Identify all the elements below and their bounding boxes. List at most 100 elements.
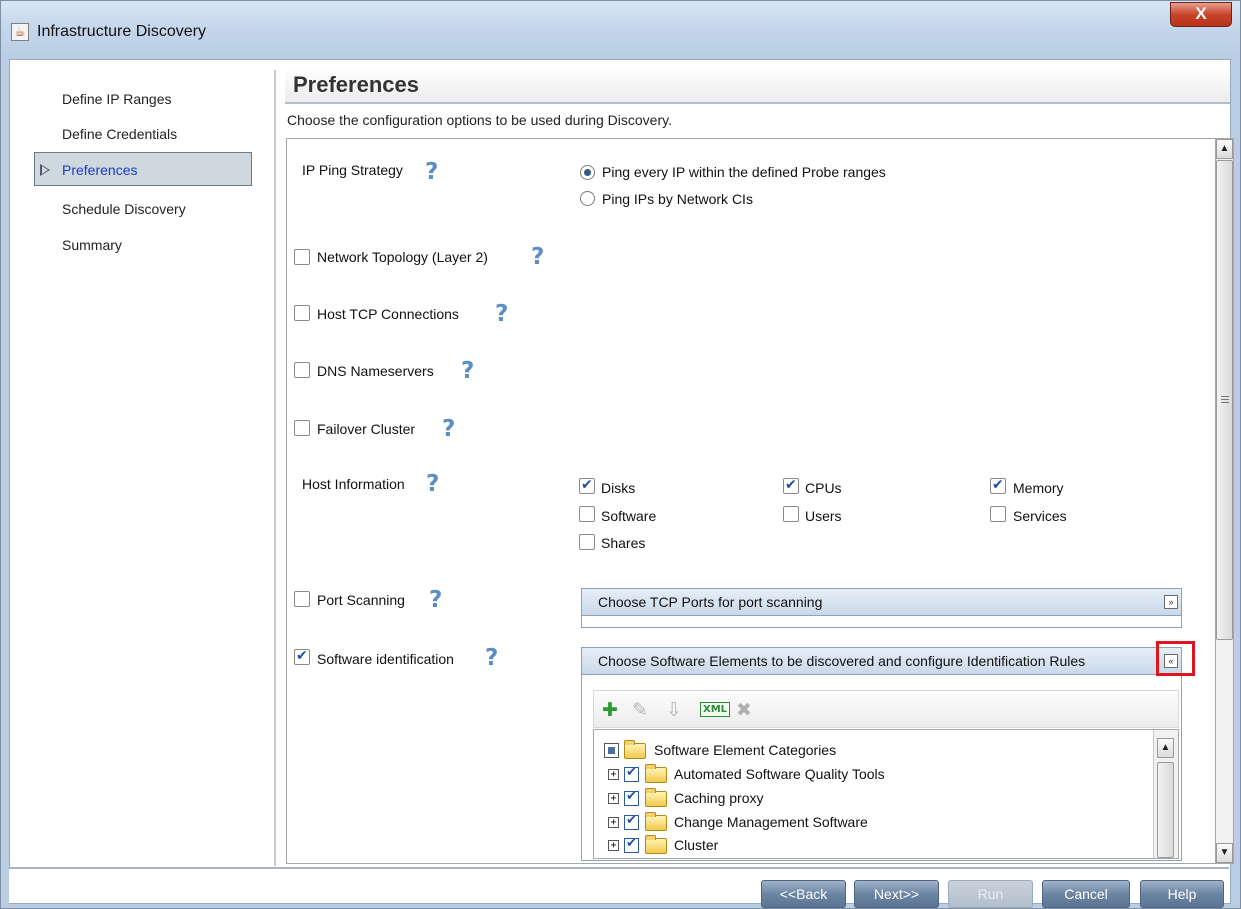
tree-scroll-thumb[interactable]	[1157, 762, 1174, 858]
tree-node-label: Automated Software Quality Tools	[674, 766, 885, 782]
folder-icon	[624, 740, 646, 759]
failover-cluster-checkbox[interactable]	[294, 420, 310, 436]
page-description: Choose the configuration options to be u…	[287, 112, 672, 128]
next-button[interactable]: Next>>	[854, 880, 939, 908]
tree-root-checkbox[interactable]	[604, 743, 619, 758]
tcp-ports-panel-title: Choose TCP Ports for port scanning	[598, 594, 823, 610]
memory-checkbox[interactable]	[990, 477, 1006, 494]
java-app-icon: ☕	[11, 23, 29, 41]
tree-node-checkbox[interactable]	[624, 836, 639, 853]
services-checkbox[interactable]	[990, 506, 1006, 522]
network-topology-help-icon[interactable]: ?	[531, 246, 544, 269]
expand-node-icon[interactable]: +	[608, 817, 619, 828]
software-checkbox[interactable]	[579, 506, 595, 522]
cpus-checkbox[interactable]	[783, 477, 799, 494]
edit-icon[interactable]: ✎	[632, 699, 648, 721]
expand-node-icon[interactable]: +	[608, 793, 619, 804]
tree-root-label: Software Element Categories	[654, 742, 837, 758]
cpus-label: CPUs	[805, 480, 842, 496]
import-icon[interactable]: ⇩	[666, 699, 682, 721]
folder-icon	[645, 788, 667, 807]
run-button[interactable]: Run	[948, 880, 1033, 908]
add-icon[interactable]: ✚	[602, 699, 618, 721]
sidebar-divider	[274, 70, 276, 866]
tree-node-checkbox[interactable]	[624, 765, 639, 782]
failover-cluster-label: Failover Cluster	[317, 421, 416, 437]
delete-icon[interactable]: ✖	[736, 699, 752, 721]
folder-icon	[645, 812, 667, 831]
step-preferences[interactable]: Preferences	[34, 152, 252, 186]
software-elements-panel-header[interactable]: Choose Software Elements to be discovere…	[581, 647, 1182, 675]
step-define-credentials[interactable]: Define Credentials	[34, 117, 252, 151]
cancel-button[interactable]: Cancel	[1042, 880, 1130, 908]
highlight-box	[1156, 641, 1195, 676]
shares-checkbox[interactable]	[579, 534, 595, 550]
back-button[interactable]: <<Back	[761, 880, 846, 908]
host-tcp-help-icon[interactable]: ?	[495, 303, 508, 326]
tcp-ports-panel-body	[581, 616, 1182, 628]
port-scanning-label: Port Scanning	[317, 592, 405, 608]
software-identification-help-icon[interactable]: ?	[485, 647, 498, 670]
port-scanning-checkbox[interactable]	[294, 591, 310, 607]
port-scanning-help-icon[interactable]: ?	[429, 589, 442, 612]
step-summary[interactable]: Summary	[34, 228, 252, 262]
users-checkbox[interactable]	[783, 506, 799, 522]
network-topology-checkbox[interactable]	[294, 249, 310, 265]
scroll-thumb[interactable]	[1216, 160, 1233, 640]
step-preferences-label: Preferences	[62, 162, 138, 178]
tree-node-checkbox[interactable]	[624, 789, 639, 806]
software-elements-toolbar: ✚ ✎ ⇩ XML ✖	[593, 690, 1179, 728]
tree-scrollbar[interactable]: ▲	[1153, 730, 1178, 858]
software-elements-panel-title: Choose Software Elements to be discovere…	[598, 653, 1086, 669]
window-title: Infrastructure Discovery	[37, 23, 206, 40]
users-label: Users	[805, 508, 842, 524]
current-step-arrow-icon	[40, 164, 50, 176]
dns-nameservers-checkbox[interactable]	[294, 362, 310, 378]
disks-label: Disks	[601, 480, 636, 496]
ping-every-ip-radio[interactable]	[580, 165, 595, 180]
expand-tcp-ports-icon[interactable]: »	[1164, 595, 1178, 609]
disks-checkbox[interactable]	[579, 477, 595, 494]
expand-node-icon[interactable]: +	[608, 769, 619, 780]
wizard-button-bar: <<Back Next>> Run Cancel Help	[9, 867, 1229, 908]
page-header: Preferences	[285, 70, 1230, 104]
tree-node-label: Caching proxy	[674, 790, 764, 806]
scroll-grip-icon	[1221, 396, 1229, 403]
ip-ping-help-icon[interactable]: ?	[425, 161, 438, 184]
close-button[interactable]: X	[1170, 2, 1232, 27]
memory-label: Memory	[1013, 480, 1064, 496]
folder-icon	[645, 764, 667, 783]
scroll-up-button[interactable]: ▲	[1216, 139, 1233, 159]
software-identification-checkbox[interactable]	[294, 648, 310, 665]
expand-node-icon[interactable]: +	[608, 840, 619, 851]
wizard-window: ☕ Infrastructure Discovery X Define IP R…	[0, 0, 1241, 909]
wizard-step-sidebar: Define IP Ranges Define Credentials Pref…	[10, 60, 274, 866]
ping-network-cis-label: Ping IPs by Network CIs	[602, 191, 753, 207]
software-identification-label: Software identification	[317, 651, 454, 667]
ping-network-cis-radio[interactable]	[580, 191, 595, 206]
network-topology-label: Network Topology (Layer 2)	[317, 249, 488, 265]
help-button[interactable]: Help	[1140, 880, 1224, 908]
step-schedule-discovery[interactable]: Schedule Discovery	[34, 192, 252, 226]
export-xml-icon[interactable]: XML	[700, 702, 731, 717]
dns-nameservers-label: DNS Nameservers	[317, 363, 434, 379]
ping-every-ip-label: Ping every IP within the defined Probe r…	[602, 164, 886, 180]
preferences-scrollbar[interactable]: ▲ ▼	[1216, 138, 1234, 864]
host-info-help-icon[interactable]: ?	[426, 473, 439, 496]
software-label: Software	[601, 508, 657, 524]
dns-help-icon[interactable]: ?	[461, 360, 474, 383]
tree-node-checkbox[interactable]	[624, 813, 639, 830]
folder-icon	[645, 835, 667, 854]
host-tcp-checkbox[interactable]	[294, 305, 310, 321]
tree-node-label: Change Management Software	[674, 814, 868, 830]
failover-help-icon[interactable]: ?	[442, 418, 455, 441]
step-define-ip-ranges[interactable]: Define IP Ranges	[34, 82, 252, 116]
host-information-label: Host Information	[302, 476, 405, 492]
tree-node-label: Cluster	[674, 837, 719, 853]
scroll-down-button[interactable]: ▼	[1216, 843, 1233, 863]
software-elements-tree: Software Element Categories + Automated …	[593, 729, 1179, 859]
tcp-ports-panel-header[interactable]: Choose TCP Ports for port scanning »	[581, 588, 1182, 616]
title-bar: ☕ Infrastructure Discovery X	[1, 1, 1240, 59]
services-label: Services	[1013, 508, 1067, 524]
tree-scroll-up-button[interactable]: ▲	[1157, 738, 1174, 758]
